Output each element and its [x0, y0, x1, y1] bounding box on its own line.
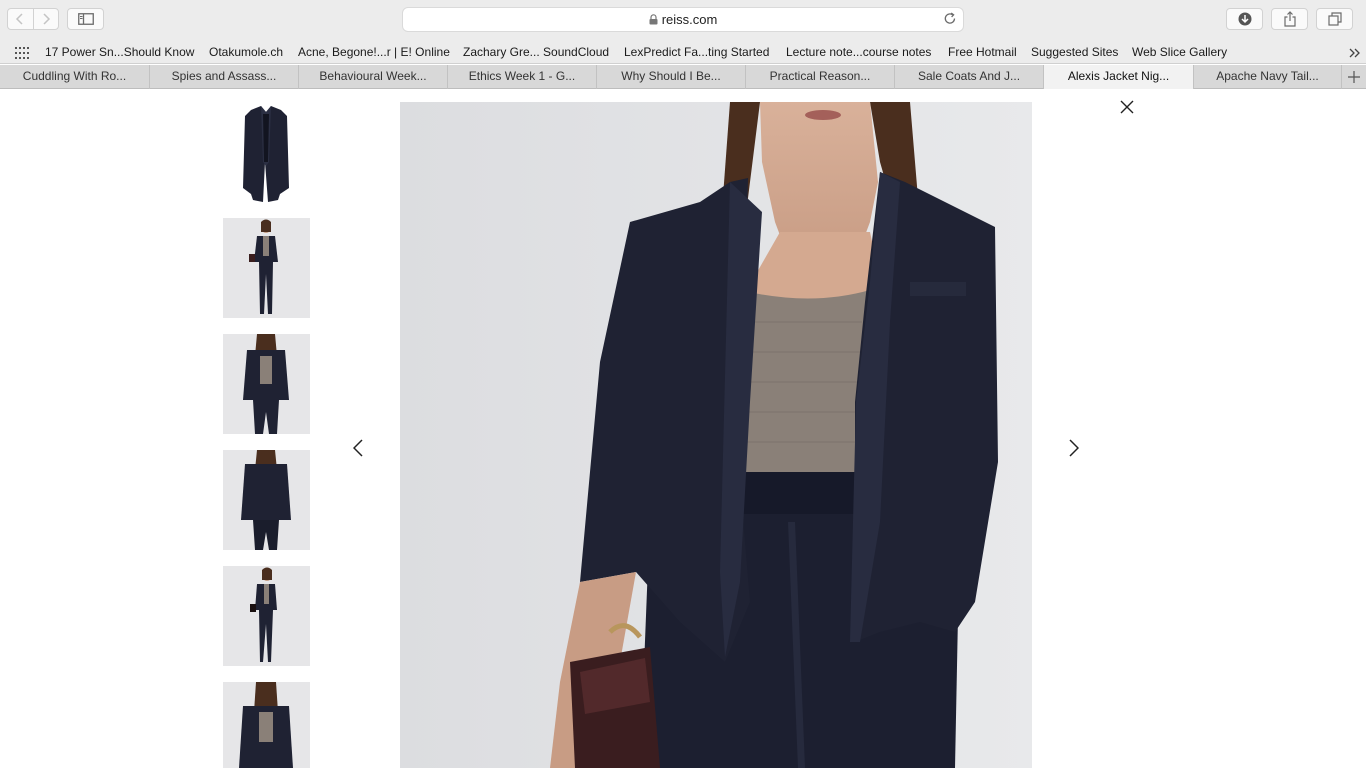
download-icon: [1238, 12, 1251, 26]
tab[interactable]: Behavioural Week...: [299, 65, 448, 89]
tab[interactable]: Ethics Week 1 - G...: [448, 65, 597, 89]
back-button[interactable]: [8, 9, 34, 29]
tab[interactable]: Why Should I Be...: [597, 65, 746, 89]
lock-icon: [649, 14, 658, 25]
tab[interactable]: Sale Coats And J...: [895, 65, 1044, 89]
bookmark-item[interactable]: LexPredict Fa...ting Started: [624, 45, 769, 59]
crop-front-image: [239, 682, 293, 768]
tab[interactable]: Practical Reason...: [746, 65, 895, 89]
apps-button[interactable]: [15, 46, 29, 60]
forward-arrow-icon: [43, 13, 50, 25]
tab[interactable]: Apache Navy Tail...: [1194, 65, 1342, 89]
tab-overview-button[interactable]: [1316, 8, 1353, 30]
thumbnail-full-side[interactable]: [223, 566, 310, 666]
tab[interactable]: Cuddling With Ro...: [0, 65, 150, 89]
chevron-right-icon: [1069, 439, 1079, 457]
tab[interactable]: Spies and Assass...: [150, 65, 299, 89]
bookmark-item[interactable]: Acne, Begone!...r | E! Online: [298, 45, 450, 59]
jacket-image: [243, 106, 289, 202]
share-icon: [1283, 11, 1296, 27]
tab-bar: Cuddling With Ro... Spies and Assass... …: [0, 65, 1366, 89]
address-display: reiss.com: [403, 12, 963, 27]
new-tab-button[interactable]: [1342, 65, 1366, 89]
thumbnail-half-front[interactable]: [223, 334, 310, 434]
chevron-left-icon: [353, 439, 363, 457]
bookmarks-bar: 17 Power Sn...Should Know Otakumole.ch A…: [0, 40, 1366, 64]
bookmark-item[interactable]: Web Slice Gallery: [1132, 45, 1227, 59]
bookmark-item[interactable]: Lecture note...course notes: [786, 45, 931, 59]
thumbnail-jacket-flat[interactable]: [223, 102, 310, 202]
share-button[interactable]: [1271, 8, 1308, 30]
bookmark-item[interactable]: Zachary Gre... SoundCloud: [463, 45, 609, 59]
full-front-image: [249, 219, 278, 314]
product-gallery: [0, 89, 1366, 768]
chevron-double-right-icon: [1349, 48, 1360, 58]
sidebar-button[interactable]: [67, 8, 104, 30]
half-front-image: [243, 334, 289, 434]
tab-active[interactable]: Alexis Jacket Nig...: [1044, 65, 1194, 89]
next-image-button[interactable]: [1062, 433, 1086, 463]
back-arrow-icon: [16, 13, 23, 25]
bookmark-item[interactable]: Suggested Sites: [1031, 45, 1118, 59]
browser-toolbar: reiss.com: [0, 0, 1366, 40]
history-nav: [7, 8, 59, 30]
downloads-button[interactable]: [1226, 8, 1263, 30]
thumbnail-full-front[interactable]: [223, 218, 310, 318]
main-product-image: [400, 102, 1032, 768]
tab-overview-icon: [1327, 12, 1342, 26]
reload-button[interactable]: [943, 12, 957, 26]
close-gallery-button[interactable]: [1118, 98, 1136, 116]
address-bar[interactable]: reiss.com: [403, 8, 963, 31]
close-icon: [1120, 100, 1134, 114]
apps-grid-icon: [15, 47, 29, 59]
model-wearing-jacket-image: [400, 102, 1032, 768]
sidebar-icon: [77, 13, 94, 25]
back-view-image: [241, 450, 291, 550]
forward-button[interactable]: [34, 9, 59, 29]
address-text: reiss.com: [661, 12, 718, 27]
full-side-image: [250, 567, 277, 662]
thumbnail-back-view[interactable]: [223, 450, 310, 550]
bookmark-item[interactable]: Free Hotmail: [948, 45, 1017, 59]
thumbnail-crop-front[interactable]: [223, 682, 310, 768]
previous-image-button[interactable]: [346, 433, 370, 463]
plus-icon: [1348, 71, 1360, 83]
reload-icon: [944, 12, 956, 24]
bookmark-item[interactable]: Otakumole.ch: [209, 45, 283, 59]
bookmarks-overflow-button[interactable]: [1348, 46, 1362, 58]
bookmark-item[interactable]: 17 Power Sn...Should Know: [45, 45, 194, 59]
